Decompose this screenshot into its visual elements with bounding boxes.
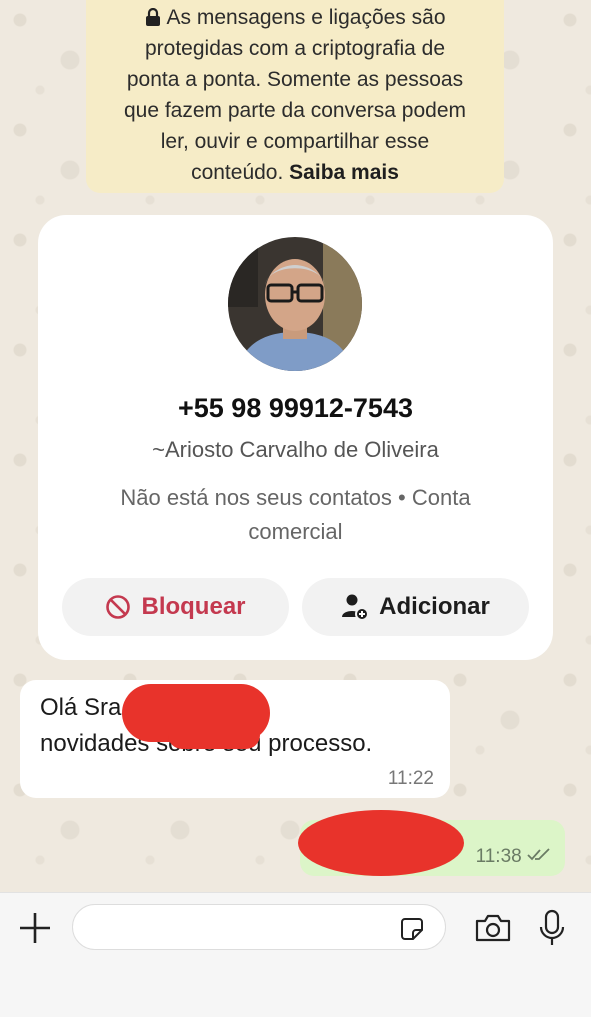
message-line-1-start: Olá Sra (40, 694, 122, 721)
message-timestamp: 11:38 (475, 846, 522, 867)
avatar-photo (228, 237, 362, 371)
contact-info-card: +55 98 99912-7543 ~Ariosto Carvalho de O… (38, 215, 553, 660)
notice-line-3: ponta a ponta. Somente as pessoas (126, 68, 464, 91)
message-composer (0, 892, 591, 1017)
add-contact-icon (342, 594, 370, 621)
block-icon (106, 595, 131, 619)
message-timestamp: 11:22 (387, 768, 434, 789)
avatar[interactable] (228, 237, 362, 371)
notice-line-6-text: conteúdo. (191, 161, 290, 184)
block-button[interactable]: Bloquear (62, 578, 289, 636)
block-button-label: Bloquear (141, 593, 246, 620)
notice-line-1: As mensagens e ligações são (166, 6, 446, 29)
notice-line-6: conteúdo. Saiba mais (86, 157, 504, 188)
lock-icon (145, 8, 160, 26)
add-contact-label: Adicionar (379, 593, 490, 620)
add-contact-button[interactable]: Adicionar (302, 578, 529, 636)
message-status: 11:38 (476, 846, 551, 868)
message-input[interactable] (72, 904, 446, 950)
notice-line-5: ler, ouvir e compartilhar esse (160, 130, 430, 153)
sticker-icon[interactable] (400, 917, 424, 941)
notice-line-2: protegidas com a criptografia de (145, 37, 445, 60)
encryption-notice[interactable]: As mensagens e ligações são protegidas c… (86, 0, 504, 193)
contact-status-line-2: comercial (248, 519, 343, 544)
contact-status-line-1: Não está nos seus contatos • Conta (120, 485, 471, 510)
learn-more-link[interactable]: Saiba mais (289, 161, 399, 184)
microphone-icon[interactable] (538, 909, 566, 947)
notice-line-4: que fazem parte da conversa podem (123, 99, 467, 122)
redaction-mark (122, 684, 270, 742)
redaction-mark (168, 735, 260, 749)
contact-phone-number: +55 98 99912-7543 (178, 393, 413, 423)
encryption-notice-line: As mensagens e ligações são (86, 2, 504, 33)
contact-status-info: Não está nos seus contatos • Conta comer… (78, 481, 513, 549)
plus-icon[interactable] (18, 911, 52, 945)
redaction-mark (298, 810, 464, 876)
camera-icon[interactable] (474, 913, 512, 943)
double-check-icon (527, 848, 550, 861)
contact-push-name: ~Ariosto Carvalho de Oliveira (152, 437, 439, 462)
